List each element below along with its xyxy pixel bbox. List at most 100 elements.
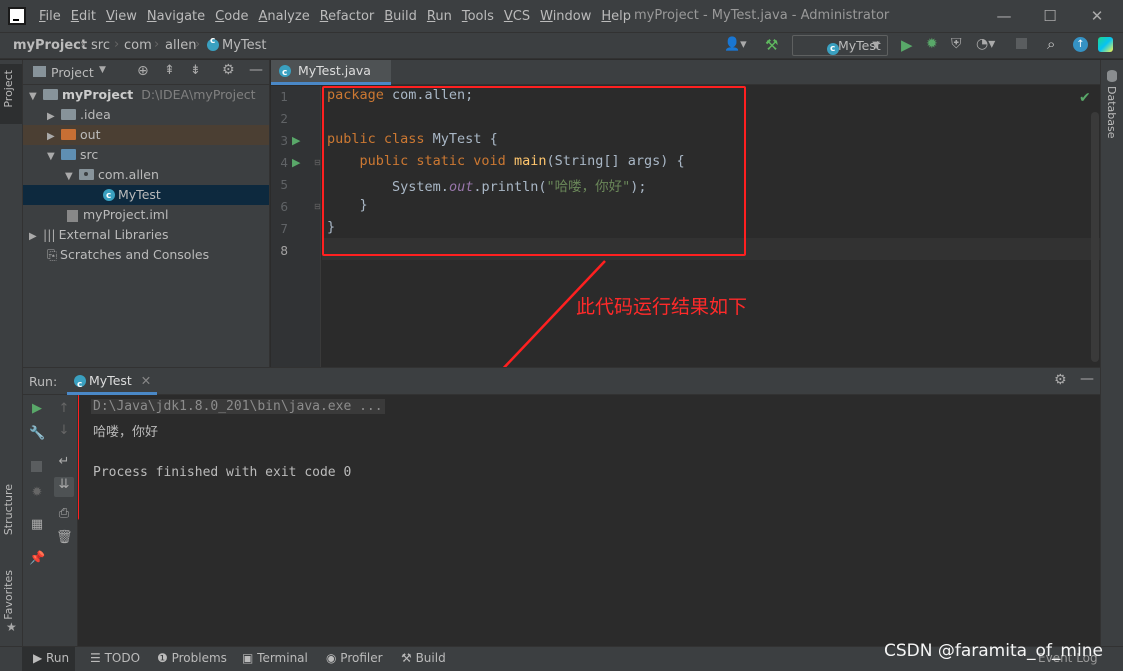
scroll-to-end-icon[interactable]: ⇊ — [54, 477, 74, 497]
tree-item-src[interactable]: ▼ src — [47, 145, 98, 165]
folder-icon — [61, 109, 76, 120]
menu-build[interactable]: Build — [379, 9, 422, 24]
close-tab-icon[interactable]: ✕ — [141, 373, 151, 388]
pin-icon[interactable]: 📌 — [29, 551, 45, 567]
tree-item-myproject[interactable]: ▼ myProject D:\IDEA\myProject — [29, 85, 256, 105]
fold-icon[interactable]: ⊟ — [314, 202, 321, 211]
collapse-all-icon[interactable]: ⇟ — [190, 63, 201, 78]
arrow-up-icon[interactable]: ↑ — [56, 401, 72, 417]
print-icon[interactable]: ⎙ — [56, 506, 72, 522]
tree-item-out[interactable]: ▶ out — [23, 125, 269, 145]
stop-icon[interactable] — [31, 461, 42, 472]
locate-icon[interactable]: ⊕ — [137, 63, 149, 79]
menu-vcs[interactable]: VCS — [499, 9, 535, 24]
rerun-icon[interactable]: ▶ — [29, 401, 45, 417]
menu-code[interactable]: Code — [210, 9, 253, 24]
editor-scrollbar[interactable] — [1091, 112, 1099, 362]
run-tab-mytest[interactable]: MyTest ✕ — [67, 368, 157, 398]
breadcrumb-com[interactable]: com — [124, 38, 152, 53]
run-main-gutter-icon[interactable]: ▶ — [292, 156, 300, 169]
toolbox-icon[interactable] — [1098, 37, 1113, 52]
favorites-tool-tab[interactable]: Favorites — [2, 570, 15, 620]
menu-edit[interactable]: Edit — [66, 9, 101, 24]
bottom-tab-run[interactable]: ▶ Run — [33, 651, 69, 665]
arrow-down-icon[interactable]: ↓ — [56, 423, 72, 439]
bottom-tab-profiler[interactable]: ◉ Profiler — [326, 651, 383, 665]
menu-view[interactable]: View — [101, 9, 142, 24]
tree-item-iml[interactable]: myProject.iml — [67, 205, 168, 225]
vcs-user-icon[interactable]: 👤▾ — [724, 37, 747, 52]
chevron-right-icon: ▶ — [47, 131, 55, 142]
fold-icon[interactable]: ⊟ — [314, 158, 321, 167]
menu-bar: File Edit View Navigate Code Analyze Ref… — [0, 0, 1123, 32]
breadcrumb-myproject[interactable]: myProject — [13, 38, 87, 53]
console-output[interactable]: D:\Java\jdk1.8.0_201\bin\java.exe ... 哈喽… — [79, 395, 1100, 646]
update-icon[interactable]: ↑ — [1073, 37, 1088, 52]
maximize-button[interactable]: ☐ — [1035, 4, 1065, 28]
tree-item-external-libraries[interactable]: ▶ ||| External Libraries — [29, 225, 168, 245]
soft-wrap-icon[interactable]: ↵ — [56, 454, 72, 470]
stop-icon[interactable] — [1016, 38, 1027, 49]
breadcrumb-allen[interactable]: allen — [165, 38, 196, 53]
tree-item-idea[interactable]: ▶ .idea — [47, 105, 111, 125]
console-exit-line: Process finished with exit code 0 — [93, 465, 352, 480]
menu-analyze[interactable]: Analyze — [253, 9, 314, 24]
profile-icon[interactable]: ◔▾ — [976, 36, 995, 52]
tree-item-com-allen[interactable]: ▼ com.allen — [65, 165, 159, 185]
gear-icon[interactable]: ⚙ — [222, 62, 235, 78]
run-configuration-select[interactable]: MyTest ▼ — [792, 35, 888, 59]
database-tool-tab[interactable]: Database — [1105, 86, 1118, 139]
search-icon[interactable]: ⌕ — [1047, 35, 1055, 53]
build-hammer-icon[interactable]: ⚒ — [765, 36, 778, 54]
bottom-tab-todo[interactable]: ☰ TODO — [90, 651, 140, 665]
class-icon — [103, 186, 115, 206]
menu-window[interactable]: Window — [535, 9, 596, 24]
breadcrumb-mytest[interactable]: MyTest — [207, 36, 267, 53]
chevron-down-icon[interactable]: ▼ — [99, 65, 106, 75]
close-button[interactable]: ✕ — [1082, 4, 1112, 28]
tree-item-scratches[interactable]: ⎘ Scratches and Consoles — [47, 245, 209, 265]
terminal-icon: ▣ — [242, 651, 258, 665]
coverage-icon[interactable]: ⛨ — [951, 36, 962, 52]
code-highlight-box — [322, 86, 746, 256]
favorites-star-icon: ★ — [6, 620, 17, 634]
class-icon — [74, 372, 86, 398]
tree-item-mytest[interactable]: MyTest — [23, 185, 269, 206]
inspection-ok-icon[interactable]: ✔ — [1079, 90, 1091, 106]
console-command-line[interactable]: D:\Java\jdk1.8.0_201\bin\java.exe ... — [91, 399, 385, 414]
trash-icon[interactable]: 🗑 — [56, 530, 73, 546]
tab-mytest-java[interactable]: MyTest.java ✕ — [271, 60, 391, 100]
project-tool-tab[interactable]: Project — [0, 64, 22, 124]
package-icon — [79, 169, 94, 180]
debug-bug-icon[interactable]: ✹ — [926, 36, 938, 52]
hammer-icon: ⚒ — [401, 651, 416, 665]
list-icon: ☰ — [90, 651, 105, 665]
menu-run[interactable]: Run — [422, 9, 457, 24]
expand-all-icon[interactable]: ⇞ — [164, 63, 175, 78]
run-class-gutter-icon[interactable]: ▶ — [292, 134, 300, 147]
wrench-icon[interactable]: 🔧 — [29, 426, 45, 442]
minimize-button[interactable]: — — [989, 4, 1019, 28]
layout-icon[interactable]: ▦ — [29, 517, 45, 533]
folder-icon — [43, 89, 58, 100]
project-view-select[interactable]: Project — [51, 65, 94, 80]
bottom-tab-terminal[interactable]: ▣ Terminal — [242, 651, 308, 665]
menu-refactor[interactable]: Refactor — [315, 9, 380, 24]
bottom-tab-build[interactable]: ⚒ Build — [401, 651, 446, 665]
menu-tools[interactable]: Tools — [457, 9, 499, 24]
bottom-tab-problems[interactable]: ❶ Problems — [157, 651, 227, 665]
run-icon[interactable]: ▶ — [901, 36, 913, 54]
editor-tabs: MyTest.java ✕ — [271, 60, 1100, 100]
debug-icon[interactable]: ✹ — [29, 485, 45, 501]
annotation-text: 此代码运行结果如下 — [576, 296, 748, 318]
menu-navigate[interactable]: Navigate — [142, 9, 210, 24]
structure-tool-tab[interactable]: Structure — [2, 484, 15, 535]
menu-file[interactable]: File — [34, 9, 66, 24]
hide-panel-icon[interactable]: — — [1080, 371, 1094, 387]
breadcrumb-src[interactable]: src — [91, 38, 110, 53]
hide-panel-icon[interactable]: — — [249, 62, 263, 78]
gear-icon[interactable]: ⚙ — [1054, 372, 1067, 388]
menu-help[interactable]: Help — [596, 9, 636, 24]
project-path: D:\IDEA\myProject — [141, 87, 256, 102]
project-panel-header: Project ▼ ⊕ ⇞ ⇟ ⚙ — — [23, 60, 269, 85]
